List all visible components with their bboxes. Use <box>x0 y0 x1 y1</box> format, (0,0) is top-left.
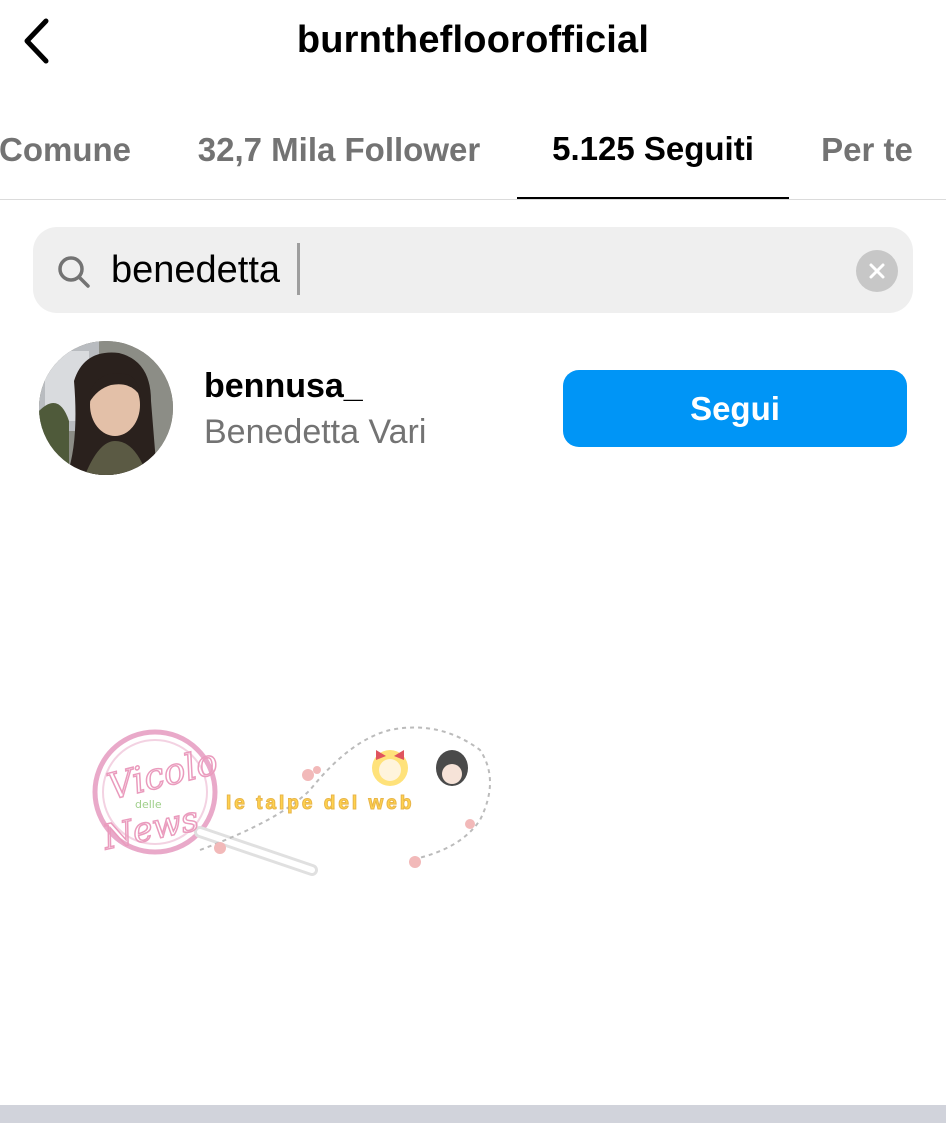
watermark-caption: le talpe del web <box>225 793 415 815</box>
text-cursor <box>297 243 300 295</box>
tab-bar: Comune 32,7 Mila Follower 5.125 Seguiti … <box>0 100 946 200</box>
username: bennusa_ <box>204 367 363 405</box>
follow-button[interactable]: Segui <box>563 370 907 447</box>
bottom-bar <box>0 1105 946 1123</box>
header: burnthefloorofficial <box>0 0 946 84</box>
page-title: burnthefloorofficial <box>296 19 650 61</box>
avatar[interactable] <box>39 341 173 475</box>
search-input[interactable] <box>111 244 811 296</box>
full-name: Benedetta Vari <box>204 413 427 451</box>
tab-mutual[interactable]: Comune <box>0 100 170 199</box>
following-screen: burnthefloorofficial Comune 32,7 Mila Fo… <box>0 0 946 1123</box>
tab-for-you[interactable]: Per te <box>800 100 934 199</box>
tab-followers[interactable]: 32,7 Mila Follower <box>176 100 502 199</box>
clear-icon <box>869 263 885 279</box>
clear-search-button[interactable] <box>856 250 898 292</box>
tab-following[interactable]: 5.125 Seguiti <box>517 100 789 199</box>
search-icon <box>58 256 90 288</box>
list-item[interactable]: bennusa_ Benedetta Vari Segui <box>0 336 946 480</box>
